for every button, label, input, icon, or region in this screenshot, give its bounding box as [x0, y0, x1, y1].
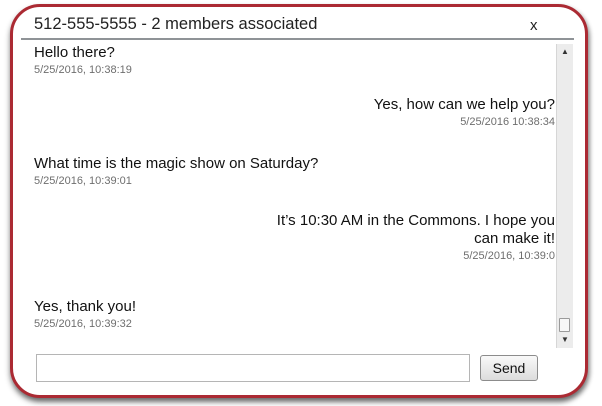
message-input[interactable] — [36, 354, 470, 382]
scroll-up-arrow-icon[interactable]: ▲ — [557, 44, 573, 60]
message-text: Yes, thank you! — [34, 298, 137, 315]
message-timestamp: 5/25/2016, 10:39:32 — [34, 318, 132, 330]
message-text: What time is the magic show on Saturday? — [34, 155, 319, 172]
close-icon[interactable]: x — [530, 18, 538, 33]
message-list[interactable]: Hello there? 5/25/2016, 10:38:19 Yes, ho… — [21, 44, 557, 346]
message-timestamp: 5/25/2016, 10:38:19 — [34, 64, 132, 76]
message-timestamp: 5/25/2016 10:38:34 — [460, 116, 555, 128]
scrollbar-thumb[interactable] — [559, 318, 570, 332]
message-item: What time is the magic show on Saturday?… — [34, 155, 318, 188]
chat-window: 512-555-5555 - 2 members associated x He… — [21, 10, 574, 390]
message-text: Hello there? — [34, 44, 115, 61]
message-item: It’s 10:30 AM in the Commons. I hope you… — [277, 212, 555, 263]
message-timestamp: 5/25/2016, 10:39:01 — [34, 175, 132, 187]
message-text-line-2: can make it! — [474, 230, 555, 247]
scroll-down-arrow-icon[interactable]: ▼ — [557, 332, 573, 348]
message-item: Hello there? 5/25/2016, 10:38:19 — [34, 44, 132, 77]
message-text-line-1: It’s 10:30 AM in the Commons. I hope you — [276, 212, 555, 229]
vertical-scrollbar[interactable]: ▲ ▼ — [556, 44, 573, 348]
message-item: Yes, thank you! 5/25/2016, 10:39:32 — [34, 298, 136, 331]
send-button[interactable]: Send — [480, 355, 538, 381]
message-text: Yes, how can we help you? — [373, 96, 555, 113]
message-item: Yes, how can we help you? 5/25/2016 10:3… — [374, 96, 555, 129]
message-timestamp: 5/25/2016, 10:39:0 — [463, 250, 555, 262]
title-bar: 512-555-5555 - 2 members associated x — [21, 10, 574, 40]
chat-title: 512-555-5555 - 2 members associated — [34, 15, 318, 33]
